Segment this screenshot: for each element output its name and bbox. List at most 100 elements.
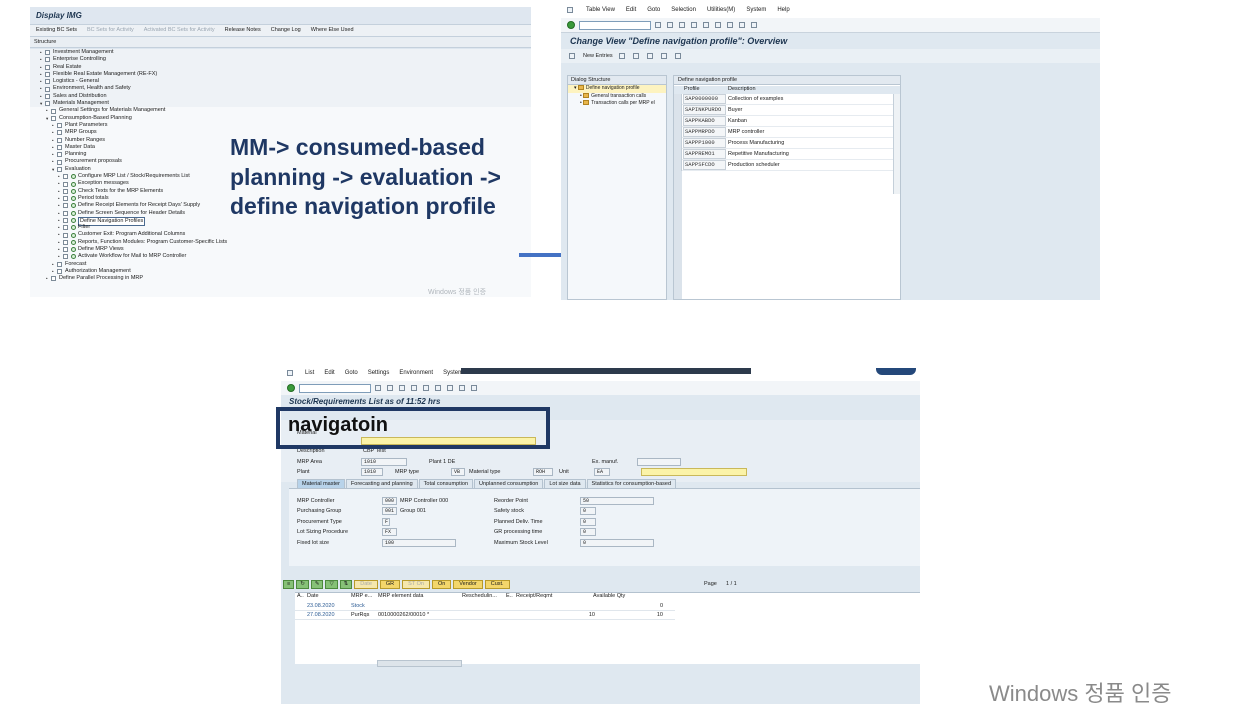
document-icon[interactable] [57, 137, 62, 143]
grid-col-mrp-element[interactable]: MRP e... [351, 593, 372, 601]
unit-field[interactable]: EA [594, 468, 610, 476]
img-tree-label[interactable]: Environment, Health and Safety [53, 85, 131, 92]
table-row[interactable]: SAPPREMO1 Repetitive Manufacturing [674, 149, 900, 160]
table-row[interactable]: SAP0000000 Collection of examples [674, 94, 900, 105]
table-row[interactable]: SAPPSFCDO Production scheduler [674, 160, 900, 171]
help-icon[interactable] [471, 385, 477, 391]
save-icon[interactable] [655, 22, 661, 28]
exit-icon[interactable] [399, 385, 405, 391]
execute-icon[interactable] [71, 181, 76, 187]
img-tree-node[interactable]: • Sales and Distribution [30, 92, 531, 101]
document-icon[interactable] [63, 232, 68, 238]
document-icon[interactable] [63, 174, 68, 180]
img-tree-node[interactable]: • Environment, Health and Safety [30, 85, 531, 93]
new-session-icon[interactable] [459, 385, 465, 391]
img-tree-node[interactable]: ▾ Consumption-Based Planning [30, 115, 531, 122]
execute-icon[interactable] [71, 232, 76, 238]
document-icon[interactable] [63, 225, 68, 231]
img-tree-label[interactable]: Flexible Real Estate Management (RE-FX) [53, 71, 157, 78]
document-icon[interactable] [63, 247, 68, 253]
undo-icon[interactable] [646, 53, 653, 59]
row-selector[interactable] [674, 116, 682, 127]
grid-col-available[interactable]: Available Qty [593, 593, 625, 601]
field-value[interactable]: 100 [382, 538, 456, 547]
img-tree-label[interactable]: Investment Management [53, 49, 114, 56]
page-nav-icon[interactable] [447, 385, 453, 391]
document-icon[interactable] [51, 276, 56, 282]
img-tree-label[interactable]: Logistics - General [53, 78, 99, 85]
filter-button[interactable]: ▽ [325, 580, 338, 589]
description-cell[interactable]: Process Manufacturing [728, 138, 784, 148]
img-tree-label[interactable]: Master Data [65, 144, 95, 151]
row-selector[interactable] [674, 138, 682, 149]
material-graphic-button[interactable] [641, 468, 747, 476]
display-change-icon[interactable] [569, 53, 575, 59]
img-tree-label[interactable]: Define Receipt Elements for Receipt Days… [78, 202, 200, 209]
menu-list[interactable]: List [305, 370, 314, 379]
execute-icon[interactable] [71, 210, 76, 216]
col-description[interactable]: Description [728, 86, 756, 92]
col-profile[interactable]: Profile [684, 86, 700, 92]
img-tree-label[interactable]: Plant Parameters [65, 122, 108, 129]
profile-cell[interactable]: SAPINKPURDO [683, 105, 726, 115]
document-icon[interactable] [57, 123, 62, 129]
back-icon[interactable] [387, 385, 393, 391]
cancel-icon[interactable] [411, 385, 417, 391]
menu-system[interactable]: System [746, 7, 766, 15]
document-icon[interactable] [57, 152, 62, 158]
img-tree-label[interactable]: Customer Exit: Program Additional Column… [78, 231, 185, 238]
cust-button[interactable]: Cust. [484, 580, 510, 589]
help-icon[interactable] [751, 22, 757, 28]
img-tree-node[interactable]: • Define Parallel Processing in MRP [30, 275, 531, 282]
img-tree-node[interactable]: • Flexible Real Estate Management (RE-FX) [30, 70, 531, 79]
sort-button[interactable]: ⇅ [339, 580, 353, 589]
field-value[interactable]: 0 [580, 538, 654, 547]
field-value[interactable]: FX [382, 528, 397, 537]
img-tree-label[interactable]: Period totals [78, 195, 109, 202]
img-tree-label[interactable]: Real Estate [53, 64, 81, 71]
img-tree-node[interactable]: • Forecast [30, 261, 531, 268]
description-cell[interactable]: Buyer [728, 105, 742, 115]
tab-total-consumption[interactable]: Total consumption [418, 479, 474, 488]
profile-cell[interactable]: SAPPSFCDO [683, 160, 726, 170]
row-selector[interactable] [674, 127, 682, 138]
gr-button[interactable]: GR [379, 580, 401, 589]
existing-bc-sets-button[interactable]: Existing BC Sets [36, 27, 77, 34]
page-nav-icon[interactable] [727, 22, 733, 28]
document-icon[interactable] [63, 203, 68, 209]
new-entries-button[interactable]: New Entries [583, 53, 613, 59]
field-value[interactable]: 0 [580, 528, 596, 537]
exit-icon[interactable] [679, 22, 685, 28]
field-value[interactable]: 000 [382, 497, 397, 505]
document-icon[interactable] [63, 218, 68, 223]
document-icon[interactable] [57, 130, 62, 136]
document-icon[interactable] [51, 108, 56, 114]
img-tree-label[interactable]: Number Ranges [65, 137, 105, 144]
tab-forecasting[interactable]: Forecasting and planning [345, 479, 418, 488]
delete-icon[interactable] [632, 53, 639, 59]
save-icon[interactable] [375, 385, 381, 391]
execute-icon[interactable] [71, 188, 76, 194]
img-tree-label[interactable]: MRP Groups [65, 129, 97, 136]
grid-col-rescheduling[interactable]: Reschedulin... [462, 593, 497, 601]
grid-row[interactable]: 23.08.2020 Stock 0 [295, 602, 675, 611]
horizontal-scrollbar[interactable] [377, 660, 462, 667]
description-cell[interactable]: Collection of examples [728, 94, 783, 104]
document-icon[interactable] [51, 115, 56, 121]
on-button[interactable]: On [431, 580, 452, 589]
menu-help[interactable]: Help [777, 7, 789, 15]
field-value[interactable]: 0 [580, 507, 596, 516]
document-icon[interactable] [57, 269, 62, 275]
edit-button[interactable]: ✎ [310, 580, 324, 589]
img-tree-node[interactable]: • Define MRP Views [30, 246, 531, 253]
print-icon[interactable] [703, 22, 709, 28]
activated-bc-sets-button[interactable]: Activated BC Sets for Activity [144, 27, 215, 34]
document-icon[interactable] [57, 166, 62, 172]
execute-icon[interactable] [71, 247, 76, 253]
expand-all-button[interactable]: ≡ [283, 580, 295, 589]
document-icon[interactable] [63, 196, 68, 202]
table-row[interactable]: SAPINKPURDO Buyer [674, 105, 900, 116]
document-icon[interactable] [57, 261, 62, 267]
document-icon[interactable] [63, 188, 68, 194]
img-tree-label[interactable]: Procurement proposals [65, 158, 122, 165]
